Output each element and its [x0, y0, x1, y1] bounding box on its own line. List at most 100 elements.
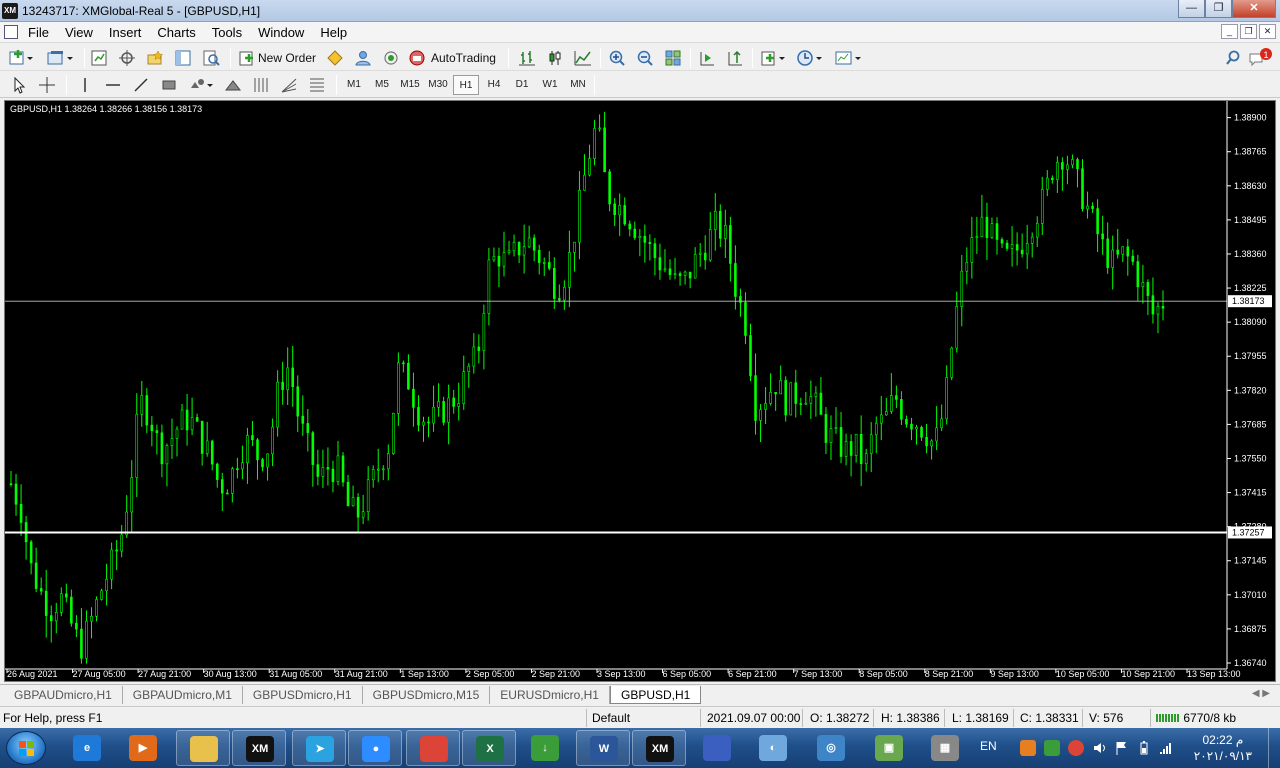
tab-scroll-arrows[interactable]: ◀ ▶ — [1252, 688, 1270, 699]
candlestick-button[interactable] — [546, 48, 564, 68]
chart-shift-button[interactable] — [726, 48, 744, 68]
taskbar-xm-app[interactable]: XM — [232, 730, 286, 766]
line-chart-button[interactable] — [574, 48, 592, 68]
taskbar-excel[interactable]: X — [462, 730, 516, 766]
taskbar-internet-explorer[interactable]: e — [60, 730, 114, 766]
restore-button[interactable]: ❐ — [1205, 0, 1232, 18]
close-button[interactable]: ✕ — [1232, 0, 1276, 18]
navigator-button[interactable] — [146, 48, 164, 68]
bar-chart-button[interactable] — [518, 48, 536, 68]
auto-scroll-button[interactable] — [698, 48, 716, 68]
timeframe-h1[interactable]: H1 — [453, 75, 479, 95]
candle-body — [236, 468, 239, 471]
taskbar-calculator[interactable]: ▦ — [918, 730, 972, 766]
market-button[interactable] — [382, 48, 400, 68]
taskbar-chrome[interactable] — [406, 730, 460, 766]
timeframe-m1[interactable]: M1 — [341, 75, 367, 95]
objects-tool[interactable] — [188, 75, 216, 95]
tab-gbpusdmicro-m15[interactable]: GBPUSDmicro,M15 — [363, 686, 491, 704]
crosshair-tool[interactable] — [38, 75, 56, 95]
menu-help[interactable]: Help — [312, 25, 355, 40]
zoom-out-button[interactable] — [636, 48, 654, 68]
tab-gbpusdmicro-h1[interactable]: GBPUSDmicro,H1 — [243, 686, 363, 704]
chart-minimize-button[interactable]: _ — [1221, 24, 1238, 39]
taskbar-browser-app[interactable]: ◎ — [804, 730, 858, 766]
notifications-button[interactable]: 1 — [1248, 48, 1274, 68]
menu-charts[interactable]: Charts — [149, 25, 203, 40]
price-chart[interactable]: 1.38900 1.38765 1.38630 1.38495 1.38360 1.382… — [5, 101, 1275, 681]
candle-body — [703, 252, 707, 261]
tray-chrome-icon[interactable] — [1068, 740, 1084, 756]
indicators-button[interactable] — [760, 48, 788, 68]
terminal-button[interactable] — [174, 48, 192, 68]
tray-app-icon[interactable] — [1020, 740, 1036, 756]
menu-view[interactable]: View — [57, 25, 101, 40]
taskbar-file-explorer[interactable] — [176, 730, 230, 766]
vertical-line-tool[interactable] — [76, 75, 94, 95]
cursor-tool[interactable] — [10, 75, 28, 95]
data-window-button[interactable] — [118, 48, 136, 68]
channel-tool[interactable] — [252, 75, 270, 95]
search-button[interactable] — [1224, 48, 1242, 68]
volume-icon[interactable] — [1092, 740, 1108, 756]
start-button[interactable] — [6, 731, 46, 765]
timeframe-m5[interactable]: M5 — [369, 75, 395, 95]
taskbar-speed-app[interactable]: ◐ — [746, 730, 800, 766]
crosshair-target-icon — [119, 50, 135, 66]
battery-icon[interactable] — [1136, 740, 1152, 756]
price-tick-label: 1.37955 — [1234, 351, 1267, 361]
market-watch-button[interactable] — [90, 48, 108, 68]
autotrading-button[interactable]: AutoTrading — [408, 48, 496, 68]
fibonacci-fan-tool[interactable] — [280, 75, 298, 95]
minimize-button[interactable]: — — [1178, 0, 1205, 18]
tab-gbpusd-h1[interactable]: GBPUSD,H1 — [609, 686, 702, 704]
taskbar-xm-terminal[interactable]: XM — [632, 730, 686, 766]
new-chart-button[interactable] — [8, 48, 34, 68]
taskbar-clock[interactable]: م 02:22 ٢٠٢١/٠٩/١٣ — [1194, 732, 1252, 764]
chart-area[interactable]: 1.38900 1.38765 1.38630 1.38495 1.38360 1.382… — [4, 100, 1276, 682]
profiles-button[interactable] — [46, 48, 74, 68]
timeframe-w1[interactable]: W1 — [537, 75, 563, 95]
taskbar-network-app[interactable] — [690, 730, 744, 766]
periods-button[interactable] — [796, 48, 824, 68]
taskbar-telegram[interactable]: ➤ — [292, 730, 346, 766]
taskbar-internet-download-manager[interactable]: ↓ — [518, 730, 572, 766]
tile-windows-button[interactable] — [664, 48, 682, 68]
signals-button[interactable] — [354, 48, 372, 68]
tab-eurusdmicro-h1[interactable]: EURUSDmicro,H1 — [490, 686, 610, 704]
strategy-tester-button[interactable] — [202, 48, 220, 68]
show-desktop-button[interactable] — [1268, 728, 1280, 768]
timeframe-mn[interactable]: MN — [565, 75, 591, 95]
timeframe-m30[interactable]: M30 — [425, 75, 451, 95]
tab-gbpaudmicro-h1[interactable]: GBPAUDmicro,H1 — [4, 686, 123, 704]
taskbar-word[interactable]: W — [576, 730, 630, 766]
document-icon[interactable] — [4, 25, 18, 39]
timeframe-h4[interactable]: H4 — [481, 75, 507, 95]
menu-insert[interactable]: Insert — [101, 25, 150, 40]
zoom-in-button[interactable] — [608, 48, 626, 68]
network-signal-icon[interactable] — [1158, 740, 1174, 756]
metaeditor-button[interactable] — [326, 48, 344, 68]
trendline-tool[interactable] — [132, 75, 150, 95]
timeframe-m15[interactable]: M15 — [397, 75, 423, 95]
taskbar-zoom[interactable]: ● — [348, 730, 402, 766]
new-order-button[interactable]: New Order — [238, 48, 316, 68]
timeframe-d1[interactable]: D1 — [509, 75, 535, 95]
triangle-tool[interactable] — [224, 75, 242, 95]
menu-file[interactable]: File — [20, 25, 57, 40]
chart-restore-button[interactable]: ❐ — [1240, 24, 1257, 39]
taskbar-files-app[interactable]: ▣ — [862, 730, 916, 766]
price-tick-label: 1.38495 — [1234, 215, 1267, 225]
templates-button[interactable] — [834, 48, 862, 68]
menu-window[interactable]: Window — [250, 25, 312, 40]
tray-network-app-icon[interactable] — [1044, 740, 1060, 756]
horizontal-line-tool[interactable] — [104, 75, 122, 95]
menu-tools[interactable]: Tools — [204, 25, 250, 40]
fibonacci-retracement-tool[interactable] — [308, 75, 326, 95]
taskbar-media-player[interactable]: ▶ — [116, 730, 170, 766]
flag-icon[interactable] — [1114, 740, 1130, 756]
shapes-tool[interactable] — [160, 75, 178, 95]
tab-gbpaudmicro-m1[interactable]: GBPAUDmicro,M1 — [123, 686, 243, 704]
chart-close-button[interactable]: ✕ — [1259, 24, 1276, 39]
language-indicator[interactable]: EN — [980, 739, 997, 753]
